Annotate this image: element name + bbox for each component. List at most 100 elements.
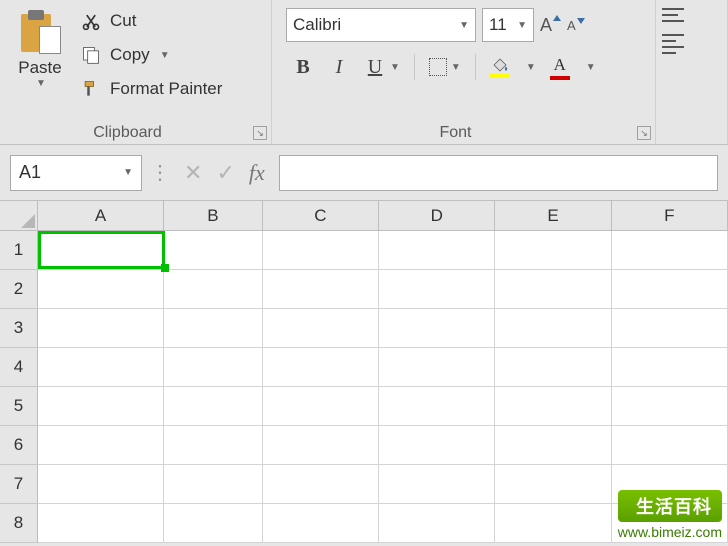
cell[interactable] (38, 504, 164, 543)
font-color-button[interactable]: A (550, 55, 570, 80)
cell[interactable] (495, 231, 611, 270)
cut-button[interactable]: Cut (80, 10, 222, 32)
cell[interactable] (263, 465, 379, 504)
cell[interactable] (263, 348, 379, 387)
cancel-formula-button[interactable]: ✕ (184, 160, 202, 186)
copy-dropdown-icon[interactable]: ▼ (160, 50, 170, 61)
row-header[interactable]: 7 (0, 465, 38, 504)
column-header[interactable]: B (164, 201, 263, 231)
fill-color-button[interactable] (490, 57, 510, 78)
watermark-title: 生活百科 (618, 490, 722, 522)
cell[interactable] (612, 270, 728, 309)
cell[interactable] (379, 309, 495, 348)
row-header[interactable]: 2 (0, 270, 38, 309)
format-painter-label: Format Painter (110, 79, 222, 99)
column-header[interactable]: C (263, 201, 379, 231)
insert-function-button[interactable]: fx (249, 160, 265, 186)
row-header[interactable]: 3 (0, 309, 38, 348)
cell[interactable] (379, 231, 495, 270)
cell[interactable] (38, 387, 164, 426)
font-group-label: Font (272, 124, 639, 142)
formula-input[interactable] (279, 155, 718, 191)
cell[interactable] (164, 270, 263, 309)
cell[interactable] (263, 426, 379, 465)
grow-font-button[interactable]: A (540, 15, 561, 36)
row-header[interactable]: 6 (0, 426, 38, 465)
row-header[interactable]: 8 (0, 504, 38, 543)
clipboard-dialog-launcher-icon[interactable]: ↘ (253, 126, 267, 140)
cell[interactable] (263, 231, 379, 270)
cell[interactable] (164, 348, 263, 387)
column-header[interactable]: F (612, 201, 728, 231)
cell[interactable] (263, 309, 379, 348)
paste-dropdown-icon[interactable]: ▼ (36, 78, 46, 89)
enter-formula-button[interactable]: ✓ (216, 160, 234, 186)
font-name-value: Calibri (293, 15, 341, 35)
cell[interactable] (612, 231, 728, 270)
cell[interactable] (164, 465, 263, 504)
fill-color-dropdown-icon[interactable]: ▼ (526, 62, 536, 73)
borders-button[interactable]: ▼ (429, 58, 461, 76)
cell[interactable] (495, 309, 611, 348)
font-size-combobox[interactable]: 11 ▼ (482, 8, 534, 42)
column-header[interactable]: A (38, 201, 164, 231)
select-all-corner[interactable] (0, 201, 38, 231)
cut-label: Cut (110, 11, 136, 31)
cell[interactable] (379, 504, 495, 543)
italic-button[interactable]: I (328, 56, 350, 79)
cell[interactable] (164, 309, 263, 348)
name-box[interactable]: A1 ▼ (10, 155, 142, 191)
fill-handle[interactable] (161, 264, 169, 272)
shrink-font-button[interactable]: A (567, 18, 585, 33)
cell[interactable] (38, 309, 164, 348)
font-group: Calibri ▼ 11 ▼ A A B I U ▼ ▼ (272, 0, 656, 144)
cell[interactable] (38, 270, 164, 309)
font-dialog-launcher-icon[interactable]: ↘ (637, 126, 651, 140)
cell[interactable] (379, 348, 495, 387)
row-header[interactable]: 4 (0, 348, 38, 387)
cell[interactable] (379, 387, 495, 426)
cell[interactable] (612, 387, 728, 426)
cell[interactable] (263, 504, 379, 543)
chevron-down-icon: ▼ (451, 62, 461, 73)
chevron-down-icon: ▼ (459, 20, 469, 31)
cell[interactable] (495, 270, 611, 309)
cell[interactable] (164, 231, 263, 270)
font-color-dropdown-icon[interactable]: ▼ (586, 62, 596, 73)
cell[interactable] (164, 426, 263, 465)
cell[interactable] (612, 348, 728, 387)
font-name-combobox[interactable]: Calibri ▼ (286, 8, 476, 42)
cell[interactable] (164, 387, 263, 426)
cell[interactable] (38, 348, 164, 387)
paste-button[interactable]: Paste ▼ (6, 4, 74, 122)
cell[interactable] (263, 270, 379, 309)
copy-button[interactable]: Copy ▼ (80, 44, 222, 66)
cell[interactable] (38, 465, 164, 504)
cell[interactable] (495, 348, 611, 387)
cell[interactable] (495, 387, 611, 426)
column-header[interactable]: D (379, 201, 495, 231)
underline-button[interactable]: U ▼ (364, 56, 400, 79)
align-left-button[interactable] (662, 34, 684, 54)
cell[interactable] (379, 426, 495, 465)
cell[interactable] (495, 465, 611, 504)
format-painter-button[interactable]: Format Painter (80, 78, 222, 100)
active-cell-indicator (38, 231, 165, 269)
font-size-value: 11 (489, 15, 507, 35)
cell[interactable] (379, 270, 495, 309)
cell[interactable] (38, 426, 164, 465)
cell[interactable] (495, 426, 611, 465)
align-top-button[interactable] (662, 8, 684, 22)
row-header[interactable]: 5 (0, 387, 38, 426)
row-header[interactable]: 1 (0, 231, 38, 270)
column-header[interactable]: E (495, 201, 611, 231)
cell[interactable] (612, 309, 728, 348)
name-box-value: A1 (19, 162, 41, 183)
cell[interactable] (495, 504, 611, 543)
paintbrush-icon (80, 78, 102, 100)
cell[interactable] (263, 387, 379, 426)
cell[interactable] (164, 504, 263, 543)
cell[interactable] (379, 465, 495, 504)
bold-button[interactable]: B (292, 56, 314, 79)
cell[interactable] (612, 426, 728, 465)
